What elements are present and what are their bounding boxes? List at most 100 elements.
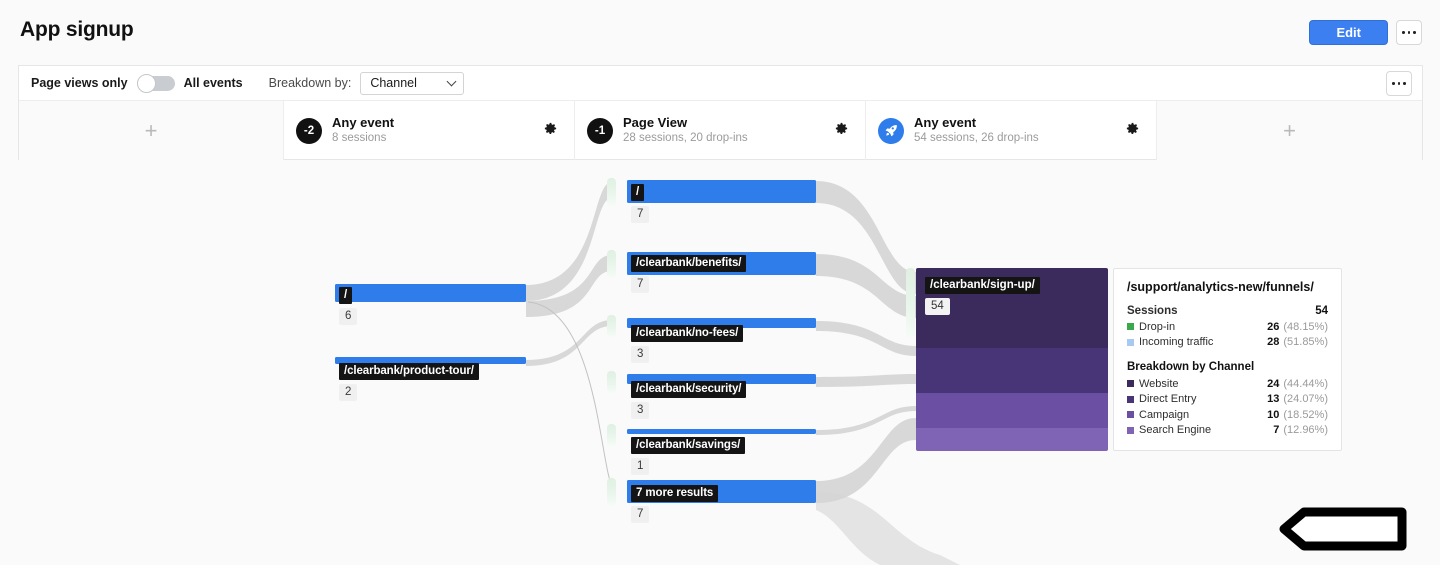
funnel-toolbar: Page views only All events Breakdown by:… — [19, 66, 1422, 101]
node-count: 6 — [339, 308, 358, 325]
node-label: 7 more results — [631, 485, 719, 502]
detail-panel: /support/analytics-new/funnels/ Sessions… — [1113, 268, 1342, 451]
detail-row-campaign: Campaign 10 (18.52%) — [1127, 407, 1328, 423]
step-badge: -2 — [296, 117, 322, 144]
page-title: App signup — [20, 18, 134, 41]
destination-count: 54 — [925, 298, 950, 315]
node-count: 7 — [631, 276, 650, 293]
dest-segment-direct-entry — [916, 348, 1108, 393]
sessions-label: Sessions — [1127, 304, 1178, 317]
detail-row-website: Website 24 (44.44%) — [1127, 376, 1328, 392]
legend-label: Website — [1139, 377, 1179, 390]
add-step-before[interactable]: + — [19, 101, 284, 160]
header-more-button[interactable] — [1396, 20, 1422, 45]
step-name: Any event — [914, 115, 977, 130]
ellipsis-icon — [1392, 82, 1406, 85]
step-settings-icon[interactable] — [543, 121, 558, 136]
add-step-after[interactable]: + — [1157, 101, 1422, 160]
step-sub: 54 sessions, 26 drop-ins — [914, 132, 1039, 144]
legend-swatch — [1127, 426, 1134, 434]
funnel-step-3[interactable]: Any event 54 sessions, 26 drop-ins — [866, 101, 1157, 160]
legend-pct: (24.07%) — [1283, 393, 1328, 406]
step-settings-icon[interactable] — [1125, 121, 1140, 136]
funnel-step-2[interactable]: -1 Page View 28 sessions, 20 drop-ins — [575, 101, 866, 160]
step-badge-rocket — [878, 117, 904, 144]
funnel-step-1[interactable]: -2 Any event 8 sessions — [284, 101, 575, 160]
legend-swatch — [1127, 395, 1134, 403]
sankey-node-destination[interactable] — [916, 268, 1108, 451]
events-mode-toggle[interactable] — [136, 73, 175, 93]
breakdown-select[interactable]: Channel — [360, 71, 465, 95]
step-sub: 8 sessions — [332, 132, 387, 144]
node-count: 3 — [631, 346, 650, 363]
page-header: App signup Edit — [0, 0, 1440, 64]
legend-pct: (18.52%) — [1283, 408, 1328, 421]
node-count: 3 — [631, 402, 650, 419]
breakdown-by-label: Breakdown by: — [268, 76, 352, 90]
plus-icon: + — [144, 117, 158, 143]
legend-swatch — [1127, 380, 1134, 388]
legend-label: Incoming traffic — [1139, 336, 1214, 349]
legend-value: 28 — [1267, 336, 1280, 349]
legend-value: 10 — [1267, 408, 1280, 421]
step-badge: -1 — [587, 117, 613, 144]
node-count: 2 — [339, 384, 358, 401]
legend-value: 26 — [1267, 320, 1280, 333]
header-actions: Edit — [1309, 20, 1422, 45]
legend-swatch — [1127, 323, 1134, 331]
legend-label: Search Engine — [1139, 424, 1212, 437]
node-count: 7 — [631, 206, 650, 223]
step-settings-icon[interactable] — [834, 121, 849, 136]
node-label: /clearbank/no-fees/ — [631, 325, 744, 342]
funnel-steps: + -2 Any event 8 sessions -1 Page View 2… — [19, 101, 1422, 160]
page-views-only-label: Page views only — [31, 76, 128, 90]
ellipsis-icon — [1402, 31, 1416, 34]
node-label: / — [339, 287, 353, 304]
entry-marker-destination — [906, 268, 915, 338]
toggle-knob — [136, 73, 156, 93]
destination-label: /clearbank/sign-up/ — [925, 277, 1040, 294]
detail-row-drop-in: Drop-in 26 (48.15%) — [1127, 319, 1328, 335]
node-label: /clearbank/benefits/ — [631, 255, 747, 272]
detail-sessions-row: Sessions 54 — [1127, 302, 1328, 319]
node-bar — [335, 284, 526, 302]
funnel-card: Page views only All events Breakdown by:… — [18, 65, 1423, 160]
entry-marker — [607, 250, 616, 278]
detail-title: /support/analytics-new/funnels/ — [1127, 280, 1314, 294]
legend-label: Drop-in — [1139, 320, 1176, 333]
edit-button[interactable]: Edit — [1309, 20, 1388, 45]
detail-row-incoming-traffic: Incoming traffic 28 (51.85%) — [1127, 335, 1328, 351]
step-name: Any event — [332, 115, 395, 130]
legend-pct: (48.15%) — [1283, 320, 1328, 333]
node-count: 1 — [631, 458, 650, 475]
legend-value: 7 — [1273, 424, 1280, 437]
node-label: / — [631, 184, 645, 201]
all-events-label: All events — [183, 76, 243, 90]
node-label: /clearbank/savings/ — [631, 437, 746, 454]
node-count: 7 — [631, 506, 650, 523]
detail-row-direct-entry: Direct Entry 13 (24.07%) — [1127, 392, 1328, 408]
step-name: Page View — [623, 115, 688, 130]
node-label: /clearbank/product-tour/ — [339, 363, 479, 380]
legend-swatch — [1127, 411, 1134, 419]
legend-label: Campaign — [1139, 408, 1190, 421]
detail-row-search-engine: Search Engine 7 (12.96%) — [1127, 423, 1328, 439]
entry-marker — [607, 371, 616, 393]
chevron-down-icon — [446, 76, 457, 86]
sessions-value: 54 — [1315, 304, 1328, 317]
step-sub: 28 sessions, 20 drop-ins — [623, 132, 748, 144]
breakdown-title: Breakdown by Channel — [1127, 361, 1255, 373]
plus-icon: + — [1283, 117, 1296, 143]
entry-marker — [607, 178, 616, 206]
legend-value: 13 — [1267, 393, 1280, 406]
node-label: /clearbank/security/ — [631, 381, 747, 398]
node-bar — [627, 180, 816, 203]
legend-pct: (12.96%) — [1283, 424, 1328, 437]
legend-label: Direct Entry — [1139, 393, 1197, 406]
toolbar-more-button[interactable] — [1386, 71, 1412, 96]
entry-marker — [607, 424, 616, 446]
sankey-diagram: / 6 /clearbank/product-tour/ 2 / 7 /clea… — [0, 160, 1440, 565]
entry-marker — [607, 478, 616, 506]
rocket-icon — [885, 125, 897, 137]
dest-segment-campaign — [916, 393, 1108, 428]
